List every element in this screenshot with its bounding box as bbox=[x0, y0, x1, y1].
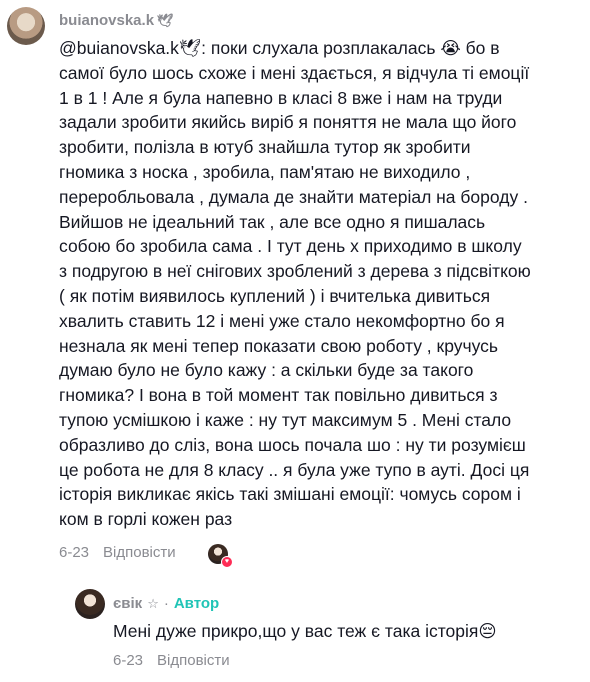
dove-icon: 🕊 bbox=[157, 12, 174, 28]
reply-username[interactable]: євік bbox=[113, 595, 142, 612]
reply-avatar[interactable] bbox=[75, 589, 105, 619]
reply-text: Мені дуже прикро,що у вас теж є така іст… bbox=[113, 621, 497, 641]
commenter-username-text: buianovska.k bbox=[59, 12, 155, 29]
reply-header: євік ☆ · Автор bbox=[113, 595, 219, 612]
comment-date: 6-23 bbox=[59, 544, 90, 561]
heart-icon: ♥ bbox=[221, 556, 233, 568]
commenter-avatar[interactable] bbox=[7, 7, 45, 45]
author-badge: Автор bbox=[173, 595, 220, 612]
separator-dot: · bbox=[163, 595, 169, 612]
commenter-username[interactable]: buianovska.k 🕊 bbox=[59, 12, 174, 29]
star-icon: ☆ bbox=[147, 595, 159, 611]
comment-reply-button[interactable]: Відповісти bbox=[103, 544, 176, 561]
reply-date: 6-23 bbox=[113, 652, 144, 669]
comment-text: @buianovska.k🕊: поки слухала розплакалас… bbox=[59, 38, 531, 530]
comment-meta: 6-23 Відповісти bbox=[59, 544, 176, 561]
reply-reply-button[interactable]: Відповісти bbox=[157, 652, 230, 669]
reply-meta: 6-23 Відповісти bbox=[113, 652, 230, 669]
